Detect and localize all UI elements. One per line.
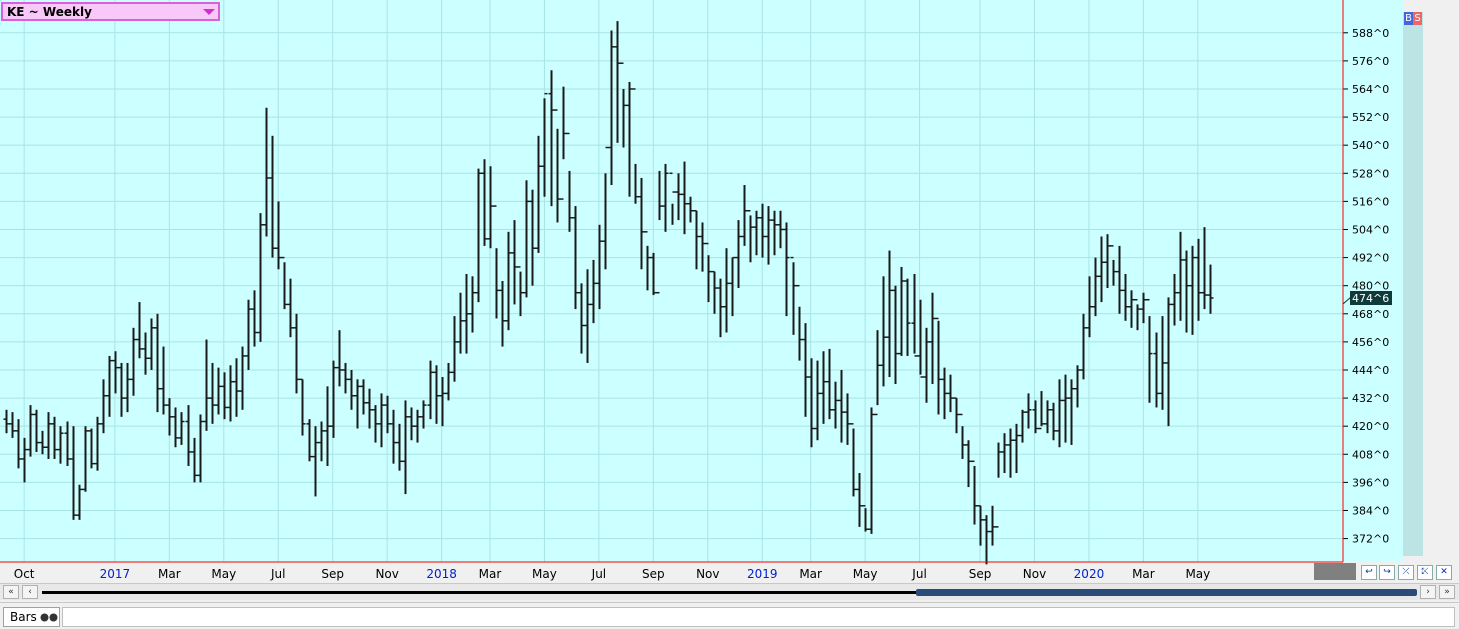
x-tick-label: May: [211, 567, 236, 581]
y-tick-label: 540^0: [1352, 139, 1389, 152]
time-axis-highlight: [1314, 563, 1356, 580]
x-tick-label: Jul: [591, 567, 606, 581]
y-tick-label: 528^0: [1352, 167, 1389, 180]
y-tick-label: 576^0: [1352, 55, 1389, 68]
scroll-left-icon[interactable]: ‹: [22, 585, 38, 599]
x-tick-label: Sep: [321, 567, 344, 581]
scroll-right-icon[interactable]: ›: [1420, 585, 1436, 599]
x-tick-label: Sep: [969, 567, 992, 581]
y-tick-label: 396^0: [1352, 476, 1389, 489]
link-icon: [40, 613, 58, 622]
chevron-down-icon[interactable]: [203, 9, 215, 15]
x-tick-label: 2019: [747, 567, 778, 581]
y-tick-label: 468^0: [1352, 308, 1389, 321]
y-tick-label: 444^0: [1352, 364, 1389, 377]
y-tick-label: 564^0: [1352, 83, 1389, 96]
last-price-label: 474^6: [1352, 292, 1389, 305]
price-chart[interactable]: 372^0 384^0 396^0 408^0 420^0 432^0 444^0 456^0…: [0, 0, 1459, 582]
y-tick-label: 552^0: [1352, 111, 1389, 124]
chart-style-label: Bars: [10, 610, 37, 624]
x-tick-label: May: [853, 567, 878, 581]
fit-icon[interactable]: ✕: [1436, 565, 1452, 580]
scroll-first-icon[interactable]: «: [3, 585, 19, 599]
scroll-thumb[interactable]: [916, 589, 1417, 596]
y-tick-label: 420^0: [1352, 420, 1389, 433]
x-tick-label: 2017: [100, 567, 131, 581]
y-tick-label: 372^0: [1352, 533, 1389, 546]
status-area: [62, 607, 1455, 627]
expand-icon[interactable]: ⤪: [1417, 565, 1433, 580]
x-tick-label: Nov: [1023, 567, 1046, 581]
chart-window: 372^0 384^0 396^0 408^0 420^0 432^0 444^0 456^0…: [0, 0, 1459, 629]
zoom-forward-icon[interactable]: ↪: [1379, 565, 1395, 580]
x-tick-label: Mar: [799, 567, 822, 581]
x-tick-label: Mar: [1132, 567, 1155, 581]
x-tick-label: 2018: [426, 567, 457, 581]
y-tick-label: 588^0: [1352, 27, 1389, 40]
symbol-selector[interactable]: KE ~ Weekly: [1, 2, 220, 21]
x-tick-label: Sep: [642, 567, 665, 581]
x-tick-label: Oct: [14, 567, 35, 581]
x-tick-label: Nov: [375, 567, 398, 581]
compress-icon[interactable]: ⤫: [1398, 565, 1414, 580]
status-bar: Bars: [0, 602, 1459, 629]
x-tick-label: Nov: [696, 567, 719, 581]
zoom-back-icon[interactable]: ↩: [1361, 565, 1377, 580]
buy-button[interactable]: B: [1404, 12, 1413, 25]
x-tick-label: Mar: [479, 567, 502, 581]
x-tick-label: Jul: [270, 567, 285, 581]
y-tick-label: 456^0: [1352, 336, 1389, 349]
y-tick-label: 516^0: [1352, 195, 1389, 208]
price-scale-strip[interactable]: [1403, 12, 1423, 556]
sell-button[interactable]: S: [1413, 12, 1422, 25]
scroll-last-icon[interactable]: »: [1439, 585, 1455, 599]
y-tick-label: 480^0: [1352, 280, 1389, 293]
symbol-selector-label: KE ~ Weekly: [7, 5, 92, 19]
time-scrollbar[interactable]: « ‹ › »: [0, 583, 1459, 600]
y-tick-label: 504^0: [1352, 223, 1389, 236]
y-tick-label: 432^0: [1352, 392, 1389, 405]
y-tick-label: 384^0: [1352, 504, 1389, 517]
last-price-marker: 474^6: [1342, 291, 1392, 305]
x-tick-label: May: [1185, 567, 1210, 581]
y-tick-label: 408^0: [1352, 448, 1389, 461]
y-tick-label: 492^0: [1352, 252, 1389, 265]
chart-style-tab[interactable]: Bars: [3, 607, 60, 627]
x-tick-label: May: [532, 567, 557, 581]
x-tick-label: 2020: [1074, 567, 1105, 581]
x-tick-label: Mar: [158, 567, 181, 581]
x-tick-label: Jul: [911, 567, 926, 581]
